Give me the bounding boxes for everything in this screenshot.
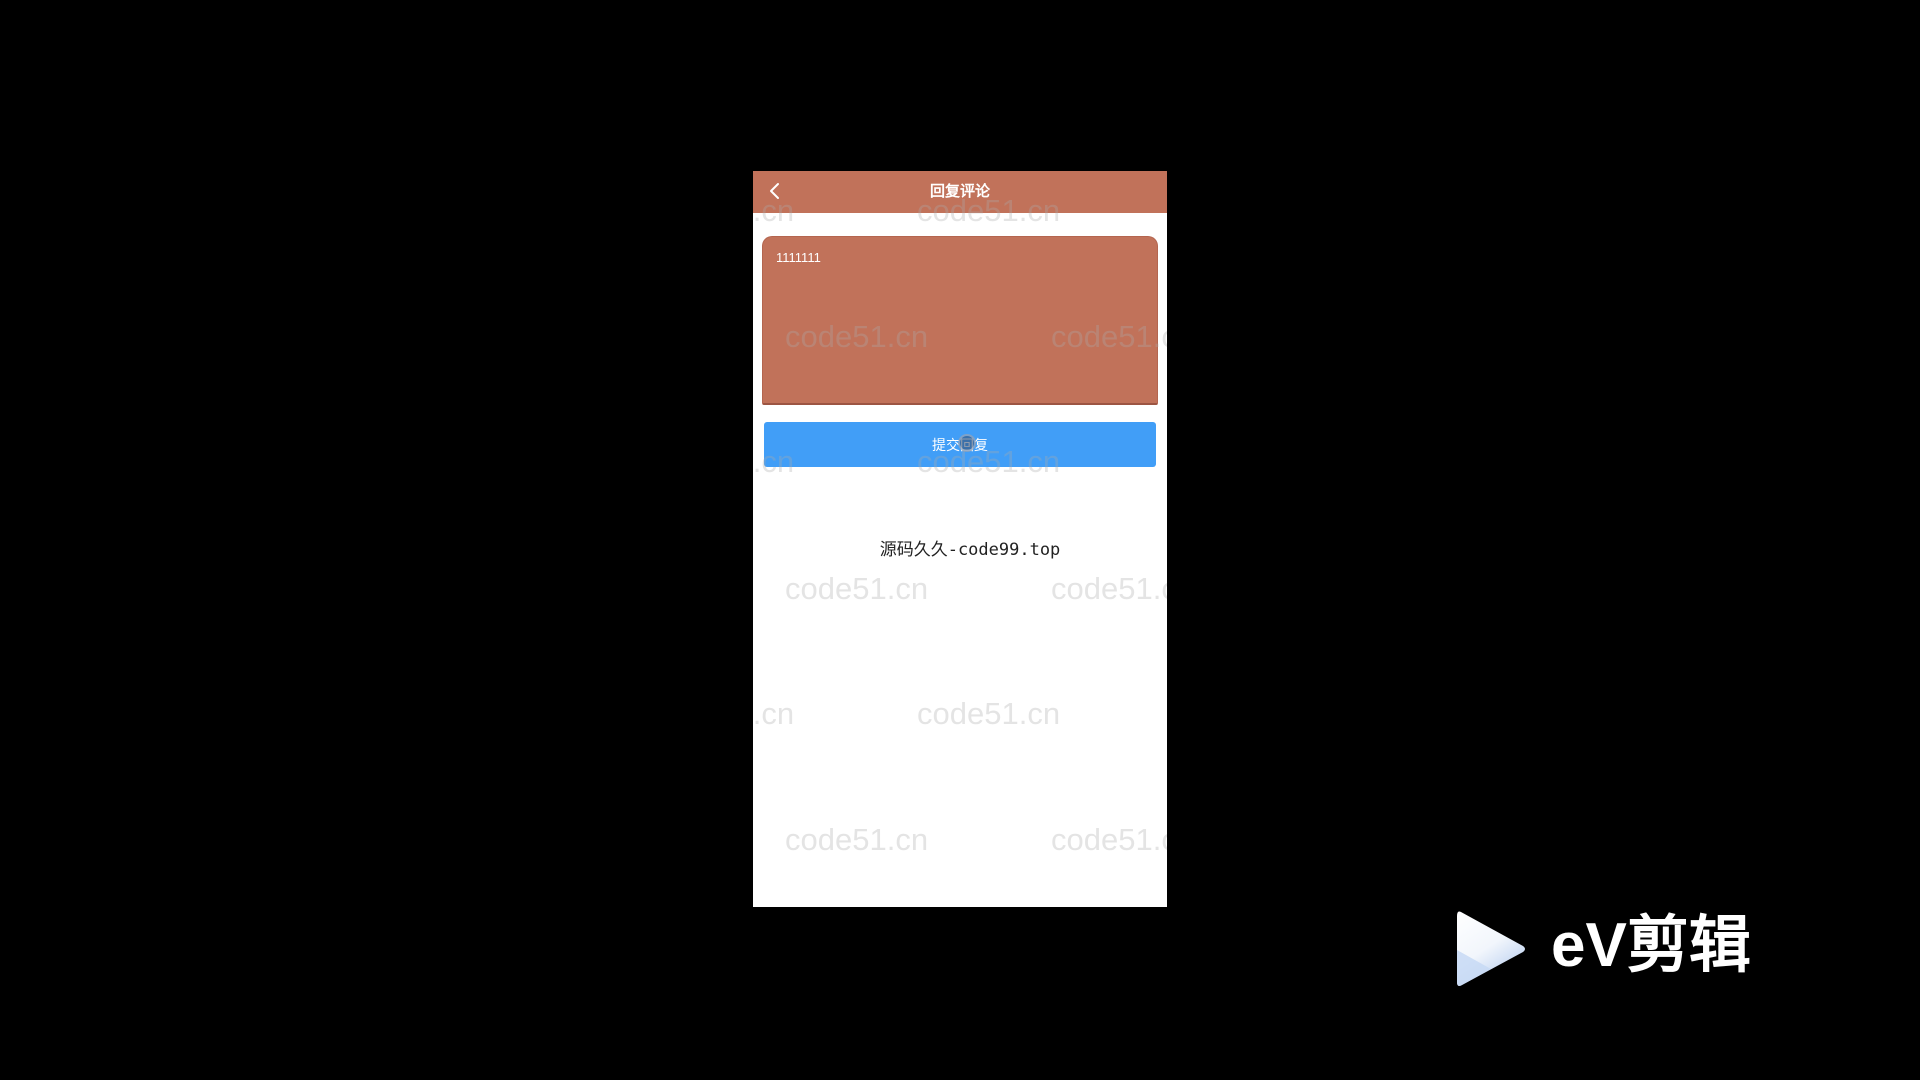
- play-icon: [1451, 906, 1529, 992]
- phone-screen: 回复评论 1111111 提交回复 源码久久-code99.top code51…: [753, 171, 1167, 907]
- back-button[interactable]: [759, 177, 789, 207]
- watermark-text: code51.cn: [917, 696, 1061, 731]
- watermark-text: code51.cn: [1051, 571, 1167, 606]
- source-credit-text: 源码久久-code99.top: [879, 540, 1061, 560]
- reply-textarea[interactable]: 1111111: [762, 236, 1158, 405]
- logo-text: eV剪辑: [1551, 911, 1751, 980]
- page-title: 回复评论: [929, 183, 990, 200]
- watermark-text: code51.cn: [785, 822, 929, 857]
- watermark-text: code51.cn: [753, 696, 795, 731]
- chevron-left-icon: [768, 182, 780, 203]
- watermark-text: code51.cn: [1051, 822, 1167, 857]
- submit-reply-button[interactable]: 提交回复: [764, 422, 1156, 467]
- watermark-text: code51.cn: [785, 571, 929, 606]
- header-bar: 回复评论: [753, 171, 1167, 213]
